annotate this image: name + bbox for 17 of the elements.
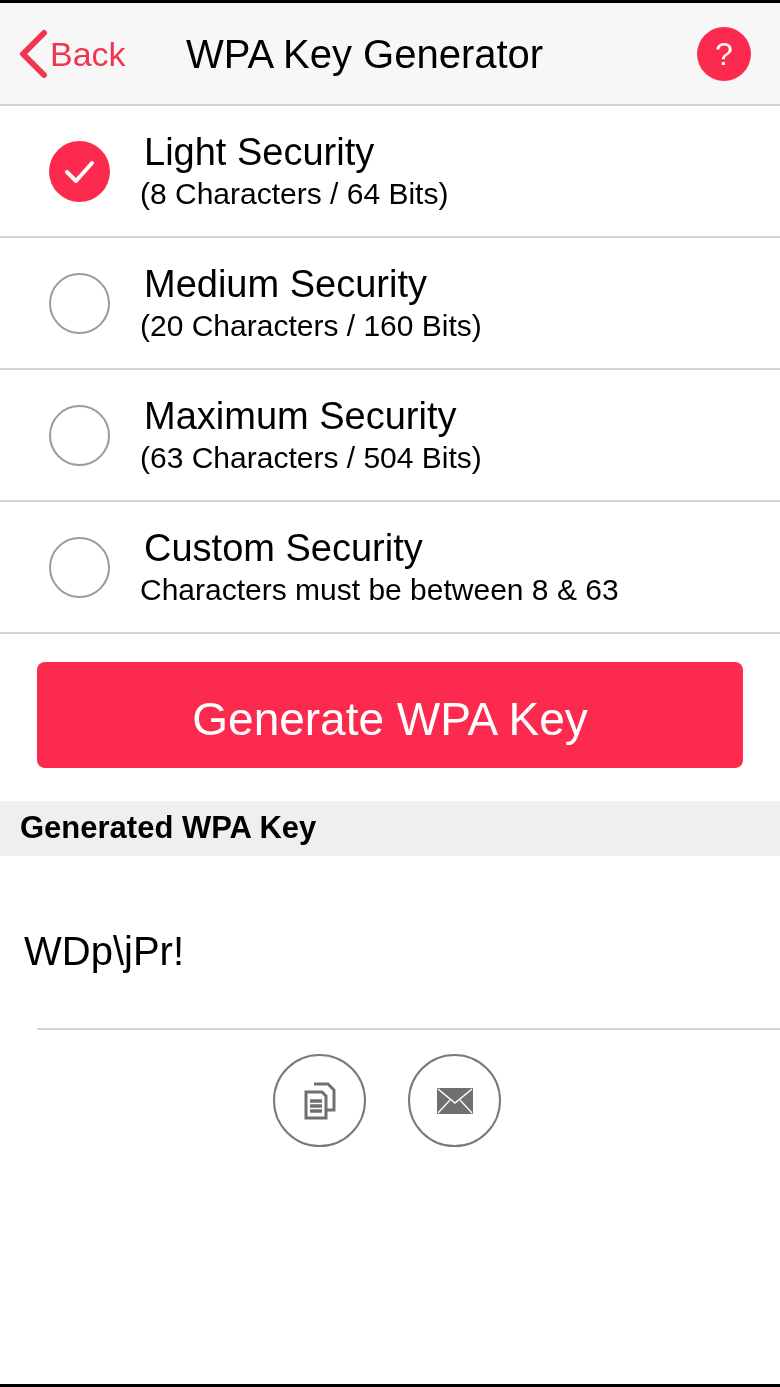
option-title: Custom Security [144, 526, 424, 571]
option-subtitle: (63 Characters / 504 Bits) [140, 440, 482, 476]
option-title: Light Security [144, 130, 376, 175]
screen-title: WPA Key Generator [186, 33, 544, 74]
key-field[interactable]: WDp\jPr! [0, 856, 780, 1030]
documents-icon [303, 1081, 336, 1120]
chevron-left-icon [18, 28, 48, 79]
generate-button[interactable]: Generate WPA Key [37, 662, 743, 768]
option-title: Medium Security [144, 262, 428, 307]
option-title: Maximum Security [144, 394, 458, 439]
option-subtitle: (8 Characters / 64 Bits) [140, 176, 449, 212]
help-button[interactable]: ? [697, 26, 751, 81]
section-header: Generated WPA Key [0, 801, 780, 856]
option-subtitle: (20 Characters / 160 Bits) [140, 308, 482, 344]
option-subtitle: Characters must be between 8 & 63 [140, 572, 619, 608]
envelope-icon [436, 1087, 473, 1114]
back-button[interactable]: Back [18, 28, 126, 79]
